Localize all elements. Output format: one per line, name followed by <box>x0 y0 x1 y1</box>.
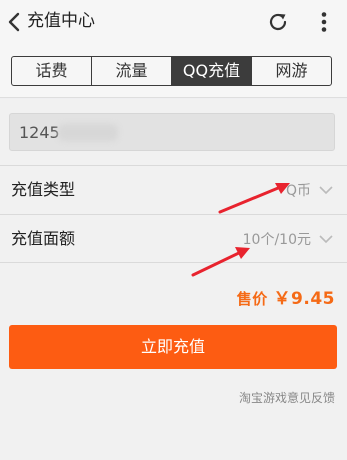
tab-qq-recharge[interactable]: QQ充值 <box>172 57 252 85</box>
tab-online-games[interactable]: 网游 <box>252 57 331 85</box>
tab-bar-container: 话费 流量 QQ充值 网游 <box>0 44 347 98</box>
recharge-form: 1245 充值类型 Q币 充值面额 10个/10元 售价 ￥9.45 立即充值 … <box>0 99 347 460</box>
recharge-type-value: Q币 <box>285 183 311 199</box>
more-vertical-icon[interactable] <box>310 8 338 36</box>
feedback-link[interactable]: 淘宝游戏意见反馈 <box>239 389 335 406</box>
chevron-down-icon <box>319 235 333 244</box>
qq-account-input[interactable]: 1245 <box>9 113 335 151</box>
tab-phone-credit[interactable]: 话费 <box>12 57 92 85</box>
chevron-down-icon <box>319 186 333 195</box>
top-bar: 充值中心 <box>0 0 347 44</box>
sale-price-label: 售价 <box>236 290 268 308</box>
recharge-type-row[interactable]: 充值类型 Q币 <box>0 165 347 214</box>
recharge-type-label: 充值类型 <box>11 180 76 199</box>
recharge-amount-label: 充值面额 <box>11 229 76 248</box>
redacted-blur <box>58 124 118 141</box>
tab-bar: 话费 流量 QQ充值 网游 <box>11 56 332 86</box>
page-title: 充值中心 <box>27 11 95 31</box>
refresh-icon[interactable] <box>264 8 292 36</box>
recharge-amount-value: 10个/10元 <box>242 232 311 248</box>
qq-account-value: 1245 <box>19 123 60 142</box>
sale-price: 售价 ￥9.45 <box>237 284 335 309</box>
recharge-now-button[interactable]: 立即充值 <box>9 325 337 369</box>
recharge-amount-row[interactable]: 充值面额 10个/10元 <box>0 214 347 263</box>
sale-price-amount: ￥9.45 <box>273 289 335 309</box>
tab-data-plan[interactable]: 流量 <box>92 57 172 85</box>
